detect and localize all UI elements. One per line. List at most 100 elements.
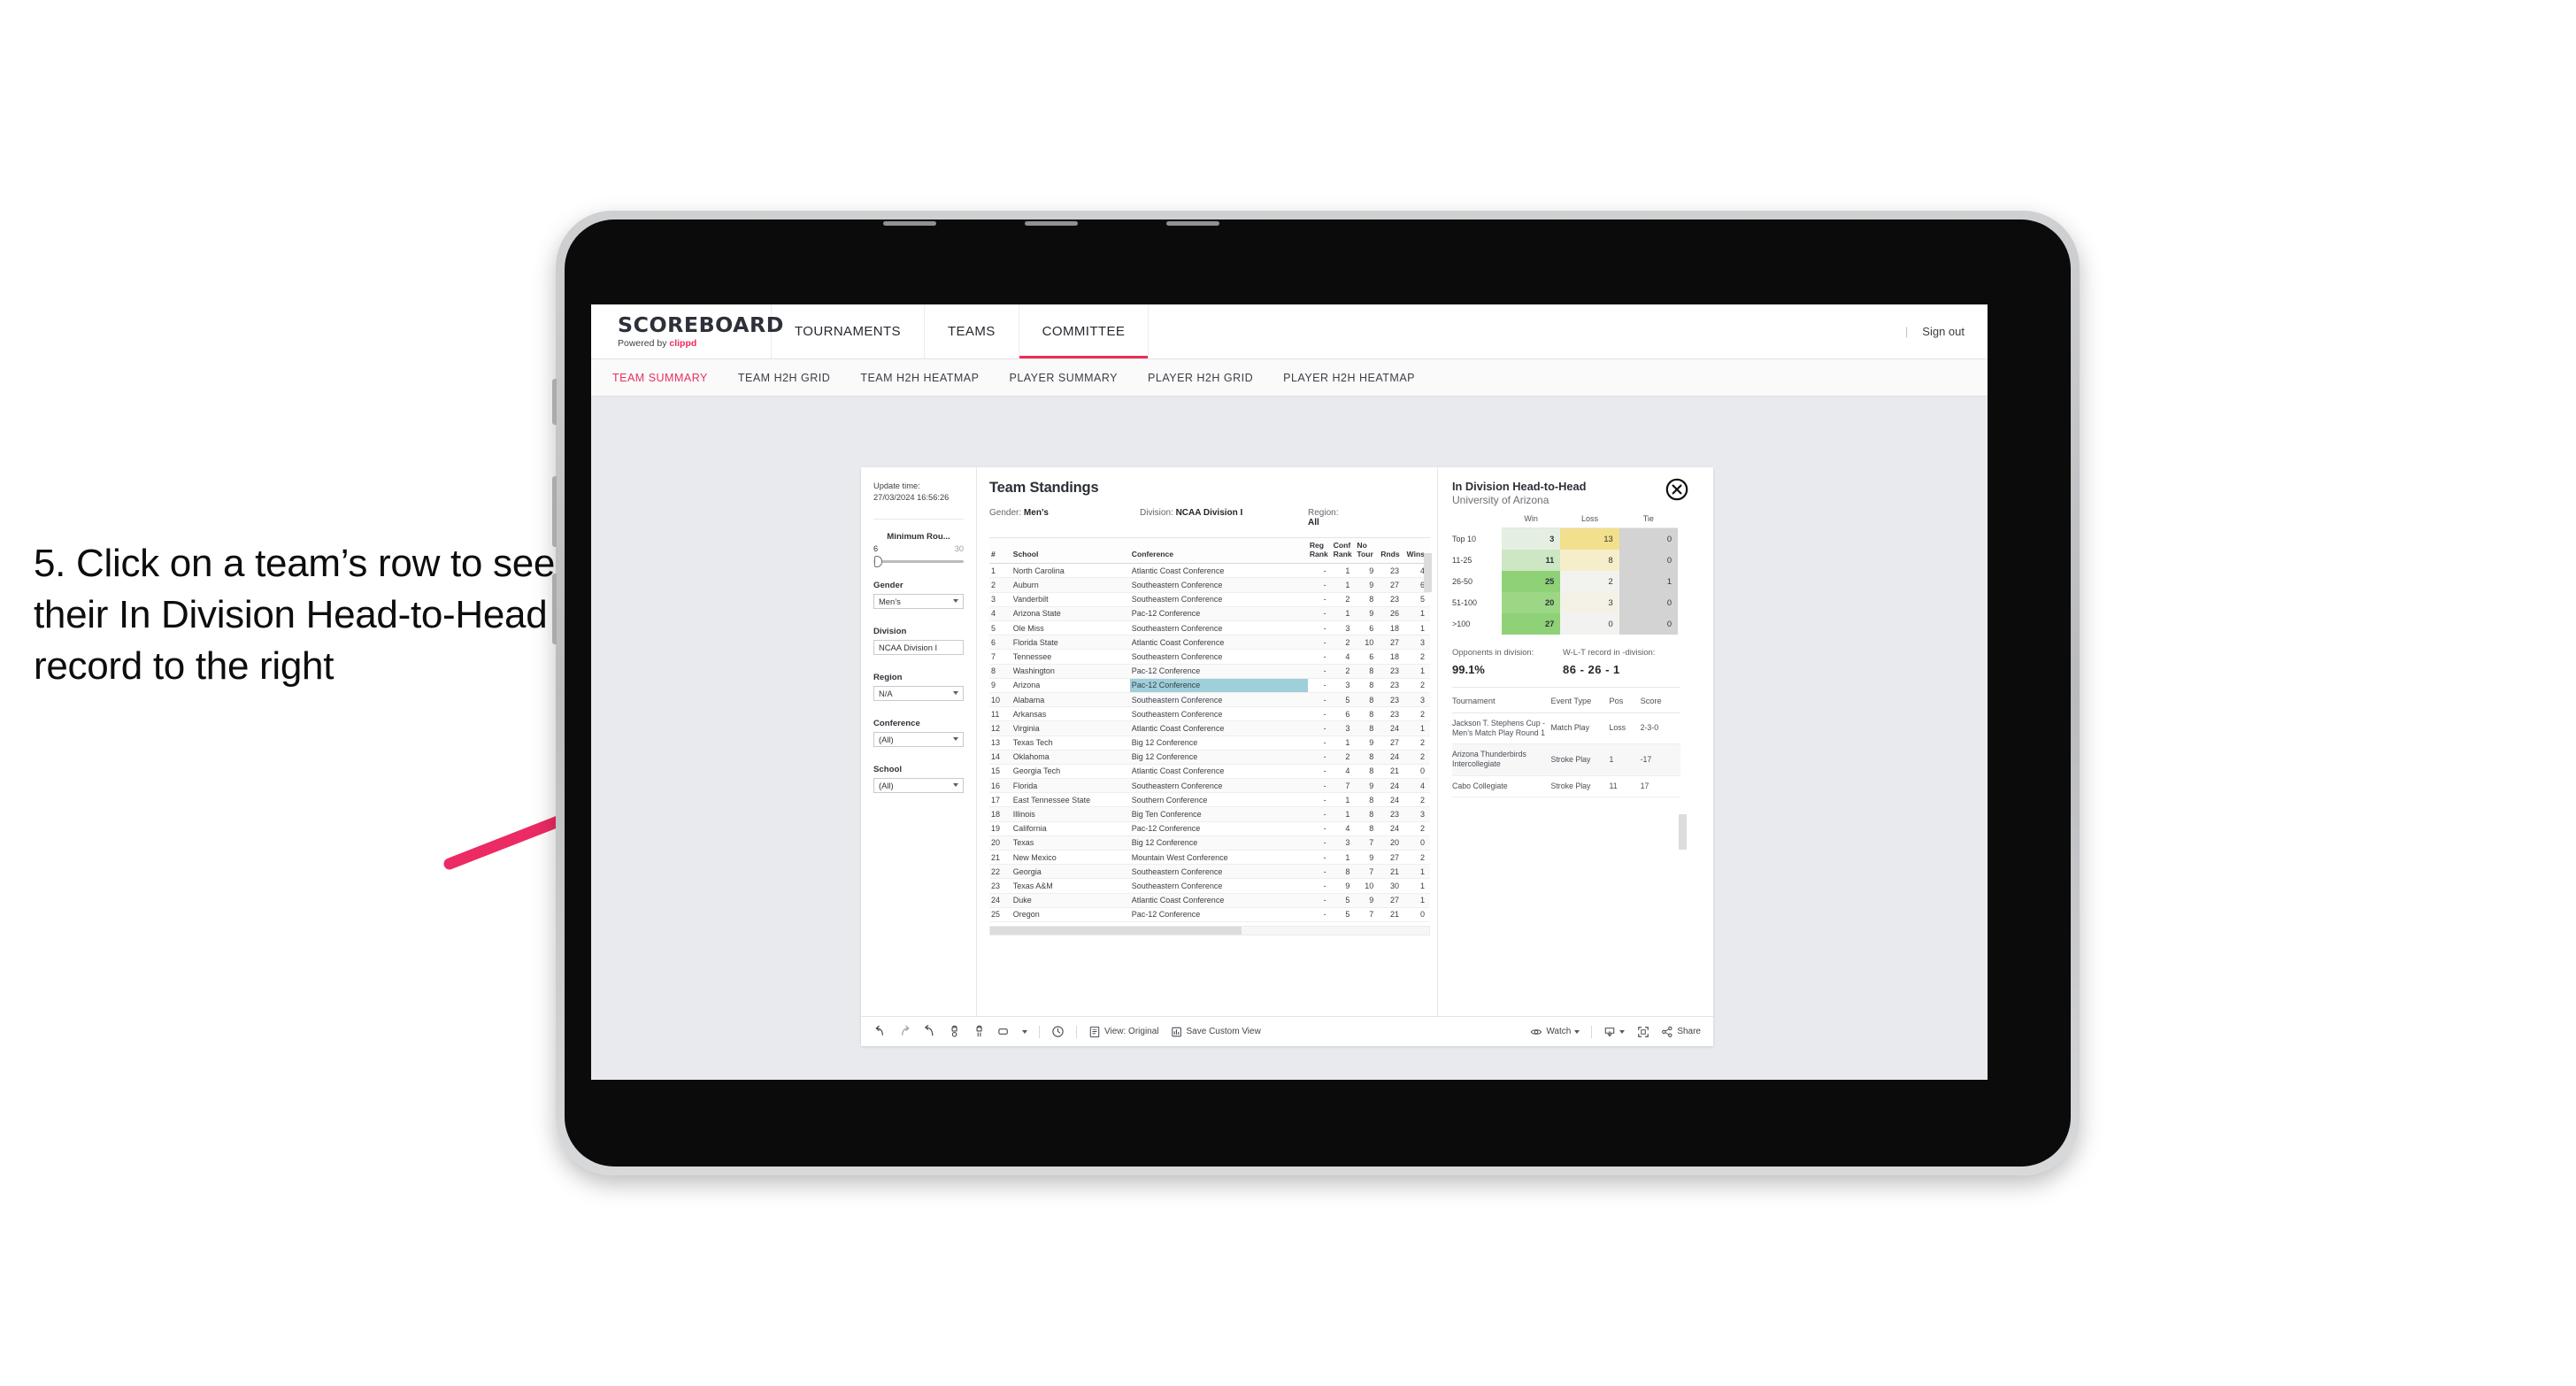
table-row[interactable]: 16 Florida Southeastern Conference -7 9 24 4 — [989, 778, 1430, 794]
table-row[interactable]: 7 Tennessee Southeastern Conference -4 6 18 2 — [989, 649, 1430, 665]
conf-rank-cell: 3 — [1331, 720, 1356, 736]
col-rnds[interactable]: Rnds — [1379, 536, 1405, 565]
nav-tournaments[interactable]: TOURNAMENTS — [772, 304, 925, 358]
subtab-team-h2h-heatmap[interactable]: TEAM H2H HEATMAP — [860, 372, 979, 384]
download-button[interactable] — [1603, 1026, 1626, 1038]
wins-cell: 3 — [1404, 692, 1430, 708]
refresh-data-icon[interactable] — [948, 1025, 961, 1038]
sign-out-link[interactable]: Sign out — [1922, 325, 1965, 338]
table-row[interactable]: 13 Texas Tech Big 12 Conference -1 9 27 2 — [989, 735, 1430, 751]
subtab-player-summary[interactable]: PLAYER SUMMARY — [1009, 372, 1118, 384]
col-score[interactable]: Score — [1640, 689, 1680, 713]
table-row[interactable]: 18 Illinois Big Ten Conference -1 8 23 3 — [989, 806, 1430, 822]
heatmap-row: 11-25 11 8 0 — [1452, 549, 1678, 571]
table-row[interactable]: 9 Arizona Pac-12 Conference -3 8 23 2 — [989, 678, 1430, 693]
standings-horizontal-scrollbar-track[interactable] — [989, 925, 1430, 936]
min-rounds-slider[interactable] — [873, 555, 964, 567]
nav-teams[interactable]: TEAMS — [925, 304, 1019, 358]
no-tour-cell: 10 — [1355, 635, 1380, 651]
revert-icon[interactable] — [923, 1025, 936, 1038]
conf-rank-cell: 3 — [1331, 620, 1356, 636]
table-row[interactable]: 8 Washington Pac-12 Conference -2 8 23 1 — [989, 664, 1430, 679]
h2h-heatmap-head: Win Loss Tie — [1452, 514, 1678, 528]
reg-rank-cell: - — [1307, 620, 1332, 636]
undo-icon[interactable] — [873, 1025, 887, 1038]
top-nav-right-group: | Sign out — [1905, 304, 1988, 358]
tournament-row[interactable]: Jackson T. Stephens Cup - Men’s Match Pl… — [1452, 712, 1680, 744]
update-time-value: 27/03/2024 16:56:26 — [873, 493, 950, 503]
h2h-col-tie: Tie — [1619, 514, 1678, 528]
col-pos[interactable]: Pos — [1609, 689, 1641, 713]
table-row[interactable]: 12 Virginia Atlantic Coast Conference -3 8 24… — [989, 720, 1430, 736]
table-row[interactable]: 10 Alabama Southeastern Conference -5 8 23 3 — [989, 692, 1430, 708]
fullscreen-icon[interactable] — [1636, 1025, 1649, 1038]
school-cell: New Mexico — [1011, 850, 1130, 866]
device-layout-caret-icon[interactable] — [1022, 1029, 1027, 1034]
table-row[interactable]: 21 New Mexico Mountain West Conference -1 9 2… — [989, 850, 1430, 866]
table-row[interactable]: 3 Vanderbilt Southeastern Conference -2 8 23 5 — [989, 592, 1430, 607]
table-row[interactable]: 23 Texas A&M Southeastern Conference -9 10 30… — [989, 878, 1430, 894]
reg-rank-cell: - — [1307, 821, 1332, 836]
share-button[interactable]: Share — [1661, 1026, 1701, 1038]
conf-rank-cell: 4 — [1331, 649, 1356, 665]
standings-vertical-scrollbar[interactable] — [1424, 553, 1432, 592]
conference-filter-select[interactable]: (All) — [873, 731, 964, 747]
download-caret-icon[interactable] — [1619, 1029, 1626, 1034]
conference-cell: Pac-12 Conference — [1129, 664, 1308, 679]
conference-filter-label: Conference — [873, 718, 920, 728]
table-row[interactable]: 6 Florida State Atlantic Coast Conference -… — [989, 635, 1430, 651]
table-row[interactable]: 14 Oklahoma Big 12 Conference -2 8 24 2 — [989, 750, 1430, 765]
col-no-tour[interactable]: No Tour — [1355, 536, 1380, 565]
col-reg-rank[interactable]: Reg Rank — [1307, 536, 1332, 565]
redo-icon[interactable] — [898, 1025, 911, 1038]
view-original-button[interactable]: View: Original — [1088, 1026, 1159, 1038]
subtab-player-h2h-grid[interactable]: PLAYER H2H GRID — [1148, 372, 1253, 384]
standings-horizontal-scrollbar-thumb[interactable] — [990, 926, 1242, 935]
alert-clock-icon[interactable] — [1051, 1025, 1065, 1038]
col-conference[interactable]: Conference — [1129, 536, 1308, 565]
table-row[interactable]: 5 Ole Miss Southeastern Conference -3 6 18 1 — [989, 620, 1430, 636]
table-row[interactable]: 1 North Carolina Atlantic Coast Conference… — [989, 563, 1430, 579]
school-filter-select[interactable]: (All) — [873, 777, 964, 793]
table-row[interactable]: 25 Oregon Pac-12 Conference -5 7 21 0 — [989, 907, 1430, 922]
h2h-stats: Opponents in division: 99.1% W-L-T recor… — [1452, 647, 1687, 676]
col-conf-rank[interactable]: Conf Rank — [1331, 536, 1356, 565]
table-row[interactable]: 2 Auburn Southeastern Conference -1 9 27 6 — [989, 577, 1430, 593]
save-custom-view-button[interactable]: Save Custom View — [1171, 1026, 1261, 1038]
col-rank[interactable]: # — [989, 536, 1011, 565]
tournament-row[interactable]: Arizona Thunderbirds Intercollegiate Stro… — [1452, 743, 1680, 776]
tournament-vertical-scrollbar[interactable] — [1679, 814, 1687, 850]
col-tournament[interactable]: Tournament — [1452, 689, 1551, 713]
gender-filter-select[interactable]: Men’s — [873, 593, 964, 609]
h2h-heatmap-body: Top 10 3 13 0 11-25 11 8 0 26-50 25 2 1 51-100 20 3 0 >1… — [1452, 527, 1678, 635]
app-viewport: SCOREBOARD Powered by clippd TOURNAMENTS… — [591, 304, 1988, 1080]
conf-rank-cell: 1 — [1331, 606, 1356, 622]
subtab-player-h2h-heatmap[interactable]: PLAYER H2H HEATMAP — [1283, 372, 1415, 384]
watch-caret-icon[interactable] — [1574, 1029, 1580, 1034]
subtab-team-h2h-grid[interactable]: TEAM H2H GRID — [738, 372, 830, 384]
tablet-button-3 — [552, 574, 557, 644]
pause-refresh-icon[interactable] — [973, 1025, 986, 1038]
conf-rank-cell: 7 — [1331, 778, 1356, 794]
table-row[interactable]: 20 Texas Big 12 Conference -3 7 20 0 — [989, 835, 1430, 851]
table-row[interactable]: 4 Arizona State Pac-12 Conference -1 9 26 1 — [989, 606, 1430, 622]
subtab-team-summary[interactable]: TEAM SUMMARY — [612, 372, 708, 384]
nav-committee[interactable]: COMMITTEE — [1019, 304, 1150, 358]
tournament-row[interactable]: Cabo Collegiate Stroke Play 11 17 — [1452, 775, 1680, 797]
table-row[interactable]: 15 Georgia Tech Atlantic Coast Conference -… — [989, 764, 1430, 780]
watch-button[interactable]: Watch — [1530, 1026, 1580, 1038]
table-row[interactable]: 17 East Tennessee State Southern Conferenc… — [989, 792, 1430, 808]
region-filter-select[interactable]: N/A — [873, 685, 964, 701]
table-row[interactable]: 19 California Pac-12 Conference -4 8 24 2 — [989, 821, 1430, 836]
device-layout-icon[interactable] — [997, 1025, 1011, 1038]
close-circle-icon[interactable] — [1665, 478, 1688, 501]
table-row[interactable]: 22 Georgia Southeastern Conference -8 7 21 1 — [989, 864, 1430, 880]
col-event-type[interactable]: Event Type — [1550, 689, 1610, 713]
heatmap-cell: 0 — [1619, 591, 1678, 613]
col-school[interactable]: School — [1011, 536, 1130, 565]
brand-logo[interactable]: SCOREBOARD Powered by clippd — [591, 304, 783, 358]
division-filter-select[interactable]: NCAA Division I — [873, 639, 964, 655]
table-row[interactable]: 11 Arkansas Southeastern Conference -6 8 23 2 — [989, 706, 1430, 722]
conference-cell: Atlantic Coast Conference — [1129, 764, 1308, 780]
table-row[interactable]: 24 Duke Atlantic Coast Conference -5 9 27 1 — [989, 893, 1430, 908]
